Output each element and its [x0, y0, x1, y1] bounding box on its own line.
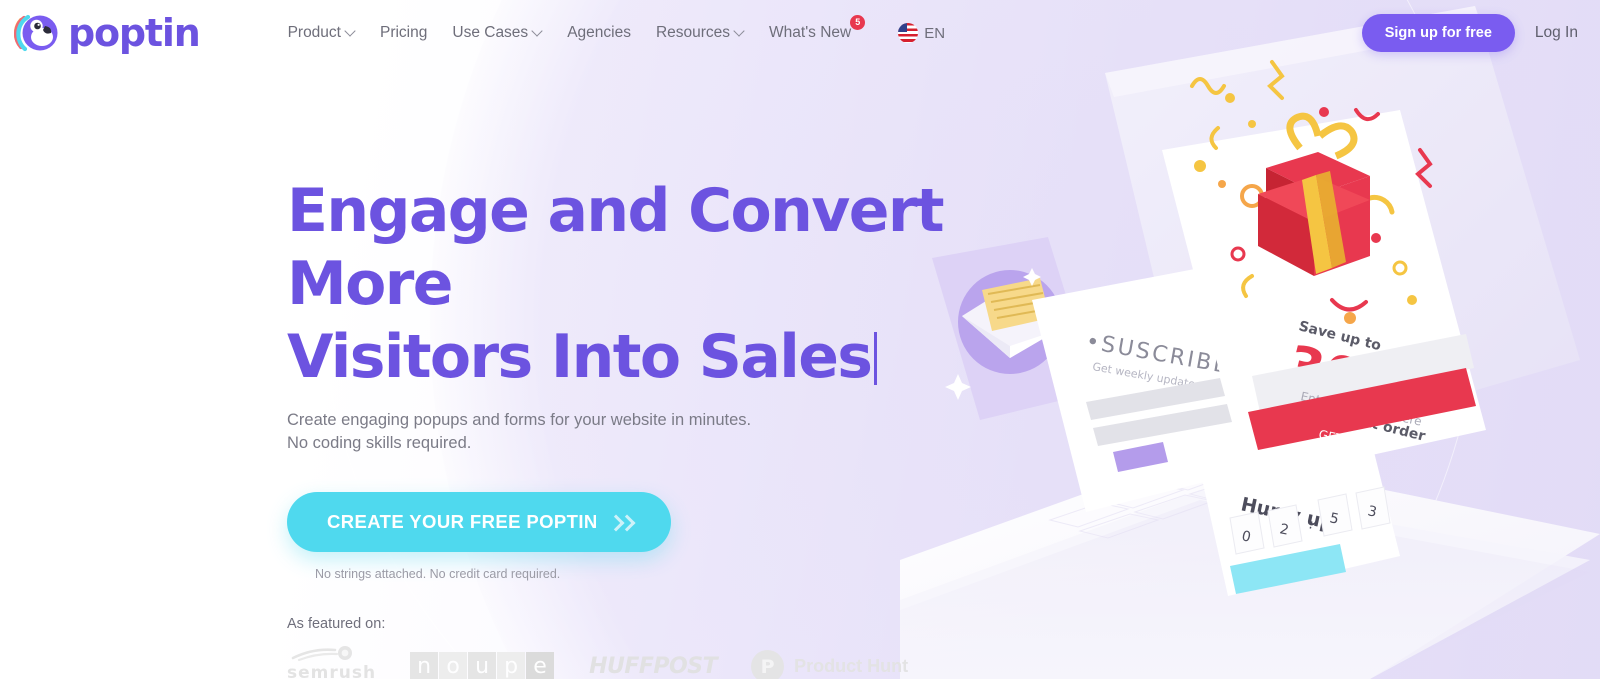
whats-new-badge: 5 — [850, 15, 866, 30]
nav-label: Agencies — [567, 24, 631, 41]
logo-wordmark: poptin — [68, 11, 201, 55]
semrush-text: semrush — [287, 662, 377, 679]
nav-item-use-cases[interactable]: Use Cases — [452, 24, 542, 42]
semrush-swoosh-icon — [291, 645, 352, 662]
noupe-letter: o — [439, 651, 468, 679]
cta-label: CREATE YOUR FREE POPTIN — [327, 511, 598, 533]
poptin-logo[interactable]: poptin — [13, 10, 201, 57]
page-title: Engage and Convert More Visitors Into Sa… — [287, 175, 1047, 395]
nav-item-whats-new[interactable]: What's New 5 — [769, 15, 866, 42]
product-hunt-text: Product Hunt — [794, 656, 909, 677]
noupe-logo: n o u p e — [410, 651, 555, 679]
featured-label: As featured on: — [287, 616, 386, 633]
nav-label: What's New — [769, 24, 852, 41]
product-hunt-mark-icon: P — [751, 650, 785, 679]
login-link[interactable]: Log In — [1535, 24, 1578, 42]
hero-subtitle: Create engaging popups and forms for you… — [287, 409, 1047, 457]
us-flag-icon — [898, 23, 919, 43]
noupe-letter: n — [410, 651, 439, 679]
noupe-letter: e — [526, 651, 555, 679]
typing-caret — [874, 332, 878, 386]
nav-item-resources[interactable]: Resources — [656, 24, 744, 42]
subtitle-line-1: Create engaging popups and forms for you… — [287, 410, 752, 429]
nav-label: Resources — [655, 24, 731, 41]
nav-item-product[interactable]: Product — [288, 24, 355, 42]
nav-item-pricing[interactable]: Pricing — [380, 24, 427, 42]
huffpost-logo: HUFFPOST — [589, 654, 718, 679]
site-header: poptin Product Pricing Use Cases Agencie… — [0, 0, 1600, 66]
headline-line-1: Engage and Convert More — [287, 176, 945, 320]
language-selector[interactable]: EN — [898, 23, 945, 43]
hero-section: Engage and Convert More Visitors Into Sa… — [287, 175, 1047, 679]
nav-label: Use Cases — [452, 24, 529, 41]
noupe-letter: u — [468, 651, 497, 679]
featured-logos: semrush n o u p e HUFFPOST P Product Hun… — [287, 645, 1047, 679]
chevron-down-icon — [735, 27, 744, 36]
header-actions: Sign up for free Log In — [1361, 14, 1578, 52]
subtitle-line-2: No coding skills required. — [287, 434, 472, 453]
main-navigation: Product Pricing Use Cases Agencies Resou… — [288, 15, 945, 43]
language-label: EN — [924, 24, 946, 42]
double-chevron-right-icon — [610, 517, 631, 527]
product-hunt-logo: P Product Hunt — [751, 650, 908, 679]
create-free-poptin-button[interactable]: CREATE YOUR FREE POPTIN — [287, 492, 671, 553]
chevron-down-icon — [346, 27, 355, 36]
signup-button[interactable]: Sign up for free — [1361, 14, 1515, 52]
semrush-logo: semrush — [287, 645, 377, 679]
chevron-down-icon — [533, 27, 542, 36]
nav-label: Pricing — [379, 24, 428, 41]
noupe-letter: p — [497, 651, 526, 679]
cta-fineprint: No strings attached. No credit card requ… — [315, 567, 561, 582]
headline-line-2: Visitors Into Sales — [287, 322, 873, 393]
nav-label: Product — [287, 24, 341, 41]
poptin-bird-logo-icon — [13, 10, 61, 57]
nav-item-agencies[interactable]: Agencies — [567, 24, 631, 42]
